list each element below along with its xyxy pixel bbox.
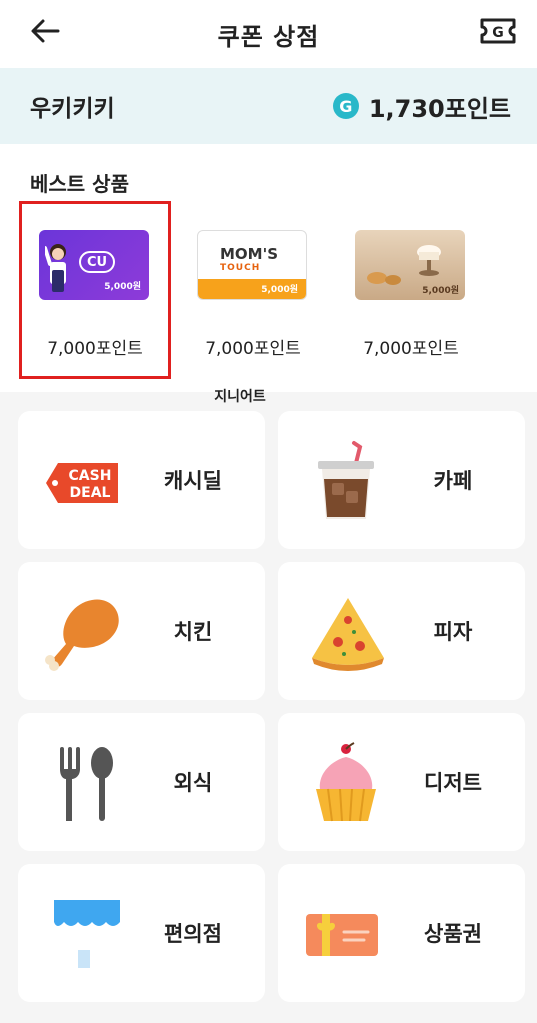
category-cafe[interactable]: 카페 <box>278 411 525 549</box>
category-convenience-store[interactable]: 편의점 <box>18 864 265 1002</box>
g-coin-icon: G <box>332 93 359 119</box>
pizza-slice-icon <box>312 598 384 671</box>
svg-text:G: G <box>492 25 504 41</box>
point-balance: 1,730포인트 <box>368 94 511 123</box>
cu-giftcard-image: CU 5,000원 <box>39 230 149 300</box>
category-dining[interactable]: 외식 <box>18 713 265 851</box>
fork-spoon-icon <box>60 747 113 821</box>
best-products-section: 베스트 상품 CU 5,000원 7,000포인트 MOM'S TOUCH 5,… <box>0 144 537 392</box>
store-awning-icon <box>54 900 120 968</box>
product-price: 7,000포인트 <box>363 339 459 359</box>
cupcake-icon <box>316 742 376 822</box>
cake-giftcard-image: 5,000원 <box>355 230 465 300</box>
category-label: 치킨 <box>173 620 213 644</box>
brand-caption: 지니어트 <box>214 389 266 405</box>
category-label: 캐시딜 <box>164 469 222 493</box>
cash-text: CASH <box>69 468 112 484</box>
page-title: 쿠폰 상점 <box>217 22 320 51</box>
card-amount: 5,000원 <box>104 282 141 292</box>
card-amount: 5,000원 <box>422 286 459 296</box>
gift-card-icon <box>306 914 378 956</box>
cash-deal-icon: CASH DEAL <box>46 463 118 503</box>
category-chicken[interactable]: 치킨 <box>18 562 265 700</box>
chicken-leg-icon <box>45 599 119 671</box>
card-amount: 5,000원 <box>261 285 298 295</box>
product-momstouch-giftcard[interactable]: MOM'S TOUCH 5,000원 7,000포인트 <box>180 204 326 376</box>
product-cake-giftcard[interactable]: 5,000원 7,000포인트 <box>338 204 484 376</box>
momstouch-logo-sub: TOUCH <box>220 263 261 273</box>
pastry-icon <box>367 272 401 285</box>
category-label: 상품권 <box>424 922 482 946</box>
category-label: 외식 <box>173 771 213 795</box>
product-price: 7,000포인트 <box>47 339 143 359</box>
category-label: 피자 <box>433 620 473 644</box>
username: 우키키키 <box>30 96 115 122</box>
point-bar: 우키키키 G 1,730포인트 <box>0 68 537 144</box>
category-label: 편의점 <box>164 922 222 946</box>
momstouch-giftcard-image: MOM'S TOUCH 5,000원 <box>197 230 307 300</box>
category-label: 디저트 <box>424 771 482 795</box>
iced-coffee-icon <box>318 441 374 519</box>
category-label: 카페 <box>433 469 473 493</box>
category-gift-card[interactable]: 상품권 <box>278 864 525 1002</box>
character-illustration-icon <box>45 244 66 292</box>
product-price: 7,000포인트 <box>205 339 301 359</box>
category-cashdeal[interactable]: CASH DEAL 캐시딜 <box>18 411 265 549</box>
section-title: 베스트 상품 <box>30 172 129 196</box>
ticket-icon[interactable]: G <box>479 16 517 46</box>
cake-stand-icon <box>417 245 441 276</box>
app-header: 쿠폰 상점 G <box>0 0 537 68</box>
cu-logo: CU <box>79 251 115 273</box>
deal-text: DEAL <box>70 485 111 501</box>
category-dessert[interactable]: 디저트 <box>278 713 525 851</box>
product-cu-giftcard[interactable]: CU 5,000원 7,000포인트 <box>19 201 171 379</box>
category-pizza[interactable]: 피자 <box>278 562 525 700</box>
back-arrow-icon[interactable] <box>28 14 62 48</box>
